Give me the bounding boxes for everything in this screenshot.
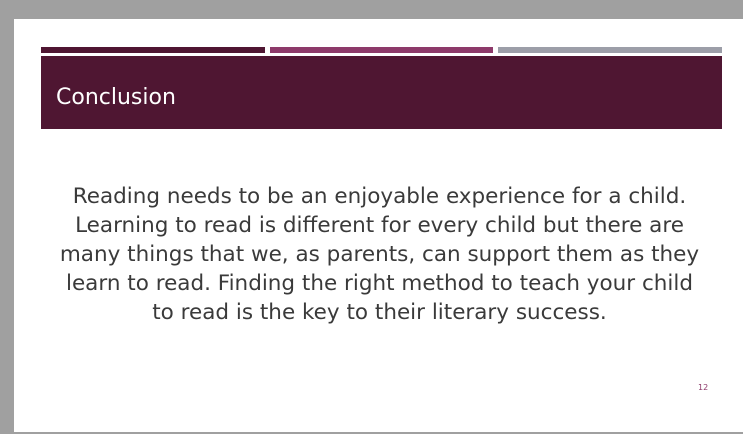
title-band: Conclusion (41, 56, 722, 129)
slide-body-text[interactable]: Reading needs to be an enjoyable experie… (54, 182, 705, 327)
accent-bar-dark (41, 47, 265, 53)
accent-bar-gray (498, 47, 722, 53)
slide-title[interactable]: Conclusion (56, 85, 176, 111)
slide[interactable]: Conclusion Reading needs to be an enjoya… (14, 19, 743, 432)
slide-page-number: 12 (698, 383, 709, 392)
editor-canvas: Conclusion Reading needs to be an enjoya… (0, 0, 743, 434)
accent-bar-plum (270, 47, 493, 53)
